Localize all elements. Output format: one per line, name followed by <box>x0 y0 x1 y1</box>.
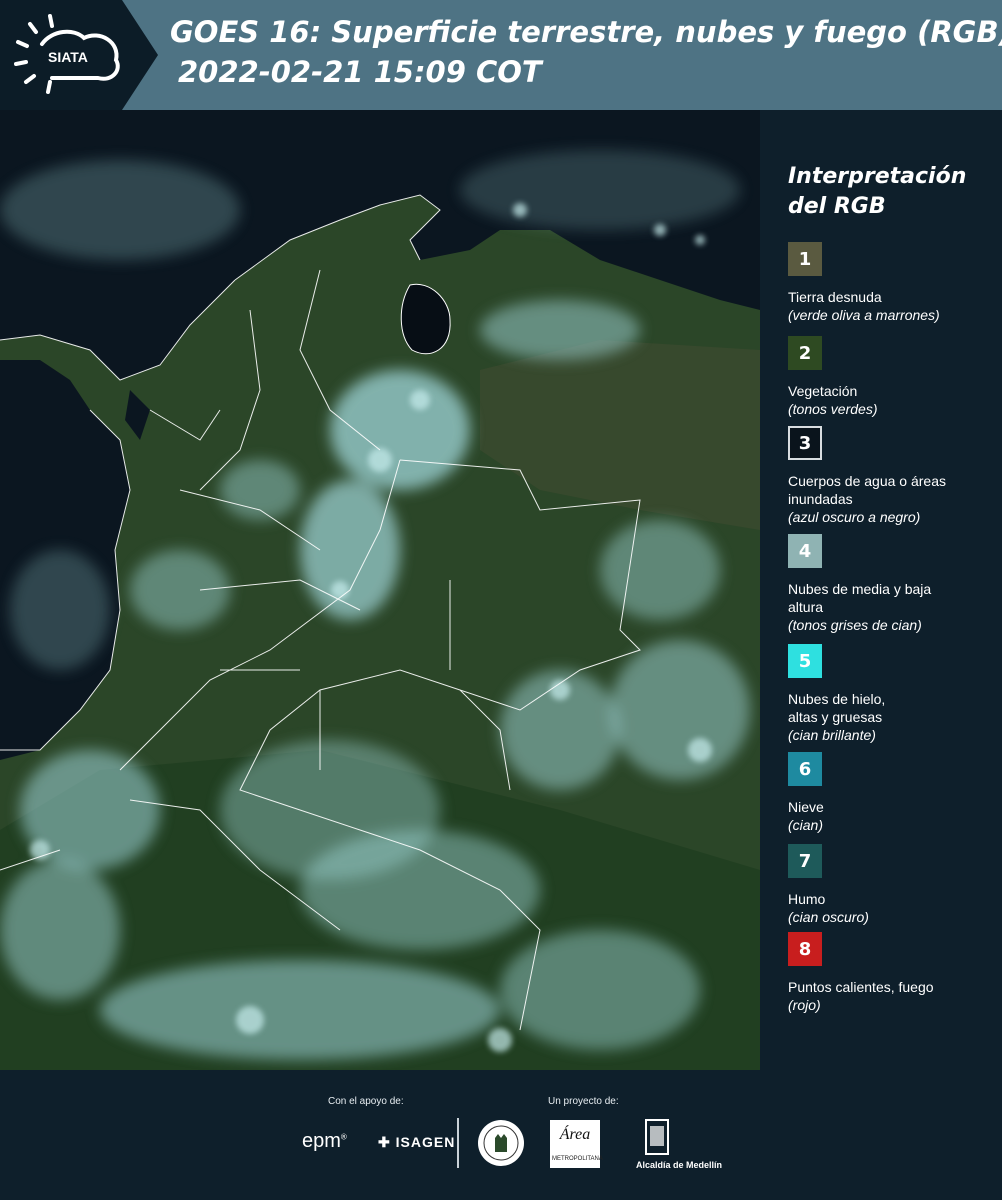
isagen-logo: ✚ ISAGEN <box>378 1134 455 1151</box>
legend-swatch-1: 1 <box>788 242 822 276</box>
legend-swatch-6: 6 <box>788 752 822 786</box>
siata-logo-text: SIATA <box>48 49 88 65</box>
epm-logo: epm® <box>302 1130 347 1152</box>
legend-label: Vegetación <box>788 383 858 399</box>
legend-desc: (cian oscuro) <box>788 909 869 925</box>
isagen-logo-text: ISAGEN <box>395 1134 456 1150</box>
area-metropolitana-label: METROPOLITANA <box>552 1156 603 1162</box>
antioquia-seal-icon <box>478 1120 524 1166</box>
project-label: Un proyecto de: <box>548 1096 619 1107</box>
legend-label: Nubes de hielo, altas y gruesas <box>788 691 886 725</box>
legend-desc: (azul oscuro a negro) <box>788 509 921 525</box>
legend-swatch-5: 5 <box>788 644 822 678</box>
legend-desc: (cian) <box>788 817 824 833</box>
legend-title-line1: Interpretación <box>788 164 967 189</box>
legend-item-7: 7 Humo (cian oscuro) <box>788 844 998 926</box>
legend-desc: (tonos grises de cian) <box>788 617 922 633</box>
legend-label: Nieve <box>788 799 824 815</box>
legend-swatch-2: 2 <box>788 336 822 370</box>
legend-item-3: 3 Cuerpos de agua o áreas inundadas (azu… <box>788 426 998 526</box>
legend-item-5: 5 Nubes de hielo, altas y gruesas (cian … <box>788 644 998 744</box>
legend-number: 7 <box>798 850 812 872</box>
siata-logo: SIATA <box>14 14 120 94</box>
legend-number: 5 <box>798 650 812 672</box>
legend-number: 1 <box>798 248 812 270</box>
legend-label: Cuerpos de agua o áreas inundadas <box>788 473 946 507</box>
legend-number: 2 <box>798 342 812 364</box>
legend-title-line2: del RGB <box>788 194 886 219</box>
legend-desc: (tonos verdes) <box>788 401 878 417</box>
timestamp: 2022-02-21 15:09 COT <box>178 55 542 89</box>
map-canvas <box>0 110 760 1070</box>
legend-label: Humo <box>788 891 826 907</box>
medellin-seal-icon <box>645 1119 669 1155</box>
legend-number: 3 <box>798 432 812 454</box>
legend-swatch-8: 8 <box>788 932 822 966</box>
legend-label: Tierra desnuda <box>788 289 882 305</box>
legend-desc: (cian brillante) <box>788 727 876 743</box>
legend-item-6: 6 Nieve (cian) <box>788 752 998 834</box>
legend-number: 8 <box>798 938 812 960</box>
legend-swatch-4: 4 <box>788 534 822 568</box>
legend-item-4: 4 Nubes de media y baja altura (tonos gr… <box>788 534 998 634</box>
epm-logo-text: epm <box>302 1130 341 1152</box>
footer: Con el apoyo de: Un proyecto de: epm® ✚ … <box>0 1070 1002 1200</box>
legend-desc: (verde oliva a marrones) <box>788 307 940 323</box>
legend-swatch-7: 7 <box>788 844 822 878</box>
legend-swatch-3: 3 <box>788 426 822 460</box>
area-logo-text: Área <box>559 1126 591 1143</box>
legend: Interpretación del RGB 1 Tierra desnuda … <box>770 110 1002 1070</box>
satellite-map[interactable] <box>0 110 760 1070</box>
legend-title: Interpretación del RGB <box>788 162 966 222</box>
legend-desc: (rojo) <box>788 997 821 1013</box>
legend-number: 6 <box>798 758 812 780</box>
header: SIATA GOES 16: Superficie terrestre, nub… <box>0 0 1002 110</box>
legend-label: Nubes de media y baja altura <box>788 581 932 615</box>
legend-item-8: 8 Puntos calientes, fuego (rojo) <box>788 932 998 1014</box>
legend-number: 4 <box>798 540 812 562</box>
legend-label: Puntos calientes, fuego <box>788 979 934 995</box>
page-title: GOES 16: Superficie terrestre, nubes y f… <box>170 15 1002 49</box>
footer-divider <box>457 1118 459 1168</box>
legend-item-2: 2 Vegetación (tonos verdes) <box>788 336 998 418</box>
support-label: Con el apoyo de: <box>328 1096 404 1107</box>
isagen-mark-icon: ✚ <box>378 1134 391 1150</box>
medellin-label: Alcaldía de Medellín <box>636 1160 723 1170</box>
legend-item-1: 1 Tierra desnuda (verde oliva a marrones… <box>788 242 998 324</box>
